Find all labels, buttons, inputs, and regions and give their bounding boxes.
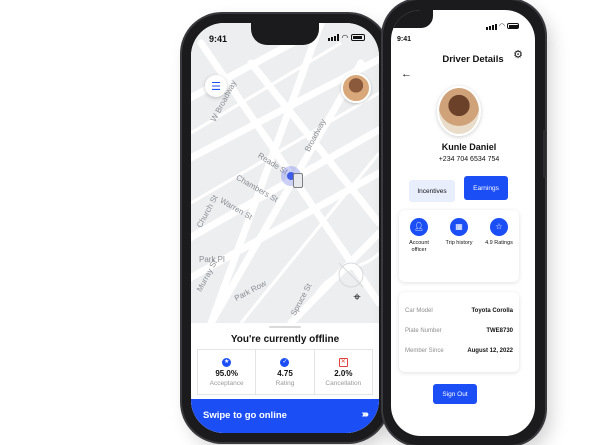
status-icons: ◠ [485, 22, 519, 30]
sheet-handle[interactable] [269, 326, 301, 328]
phone-notch [393, 10, 433, 28]
stat-value: 2.0% [334, 368, 353, 378]
hamburger-icon: ☰ [211, 80, 221, 93]
account-officer-item[interactable]: 👤︎ Account officer [402, 218, 436, 282]
offline-status-title: You're currently offline [230, 334, 340, 345]
driver-home-screen: Reade St Chambers St Warren St Broadway … [191, 23, 379, 433]
detail-key: Car Model [405, 308, 433, 314]
driver-avatar [437, 86, 481, 136]
earnings-button[interactable]: Earnings [464, 176, 508, 200]
status-bar: 9:41 ◠ [191, 23, 379, 47]
gear-icon[interactable]: ⚙ [513, 48, 523, 61]
status-icons: ◠ [327, 33, 365, 42]
stats-row: ★ 95.0% Acceptance ✓ 4.75 Rating ✕ 2.0% … [197, 349, 373, 395]
driver-details-screen: 9:41 ◠ ← Driver Details ⚙ Kunle Daniel +… [391, 10, 535, 436]
detail-key: Member Since [405, 348, 444, 354]
stat-acceptance: ★ 95.0% Acceptance [198, 350, 257, 394]
stat-label: Cancellation [325, 379, 362, 387]
status-time: 9:41 [209, 34, 228, 44]
stat-cancellation: ✕ 2.0% Cancellation [315, 350, 372, 394]
car-icon [293, 173, 303, 188]
detail-value: August 12, 2022 [467, 348, 513, 354]
profile-avatar[interactable] [341, 73, 371, 103]
sign-out-button[interactable]: Sign Out [433, 384, 477, 404]
detail-key: Plate Number [405, 328, 442, 334]
quick-item-label: Trip history [445, 240, 473, 246]
chevrons-right-icon: ›››› [361, 409, 369, 420]
ratings-item[interactable]: ☆ 4.9 Ratings [482, 218, 516, 282]
swipe-to-go-online-slider[interactable]: Swipe to go online ›››› [191, 399, 379, 433]
stat-label: Rating [275, 379, 295, 387]
offline-panel: You're currently offline ★ 95.0% Accepta… [191, 323, 379, 433]
driver-details-phone: 9:41 ◠ ← Driver Details ⚙ Kunle Daniel +… [383, 0, 546, 445]
map-view[interactable]: Reade St Chambers St Warren St Broadway … [191, 23, 379, 323]
swipe-label: Swipe to go online [203, 410, 287, 421]
signal-icon [485, 23, 497, 30]
detail-value: TWE8730 [486, 328, 513, 334]
trip-history-item[interactable]: ▦ Trip history [442, 218, 476, 282]
quick-item-label: Account officer [409, 240, 429, 253]
x-icon: ✕ [338, 357, 348, 367]
person-icon: 👤︎ [410, 218, 428, 236]
quick-actions-card: 👤︎ Account officer ▦ Trip history ☆ 4.9 … [399, 210, 519, 282]
star-icon: ☆ [490, 218, 508, 236]
incentives-button[interactable]: Incentives [409, 180, 455, 202]
check-icon: ✓ [280, 357, 290, 367]
vehicle-details-card: Car Model Toyota Corolla Plate Number TW… [399, 292, 519, 372]
driver-name: Kunle Daniel [441, 142, 497, 152]
star-icon: ★ [222, 357, 232, 367]
status-time: 9:41 [397, 36, 412, 43]
stat-label: Acceptance [209, 379, 244, 387]
power-button [543, 130, 546, 178]
stat-value: 4.75 [277, 368, 293, 378]
stat-rating: ✓ 4.75 Rating [256, 350, 315, 394]
back-arrow-icon[interactable]: ← [401, 68, 412, 80]
battery-icon [351, 34, 365, 41]
menu-button[interactable]: ☰ [205, 75, 227, 97]
driver-home-phone: Reade St Chambers St Warren St Broadway … [182, 14, 388, 442]
battery-icon [507, 23, 519, 29]
driver-phone: +234 704 6534 754 [438, 156, 500, 163]
calendar-icon: ▦ [450, 218, 468, 236]
stat-value: 95.0% [215, 368, 238, 378]
wifi-icon: ◠ [341, 33, 348, 42]
signal-icon [327, 34, 339, 41]
detail-value: Toyota Corolla [471, 308, 513, 314]
recenter-location-icon[interactable]: ⌖ [349, 289, 365, 305]
wifi-icon: ◠ [498, 23, 505, 30]
quick-item-label: 4.9 Ratings [485, 240, 513, 246]
